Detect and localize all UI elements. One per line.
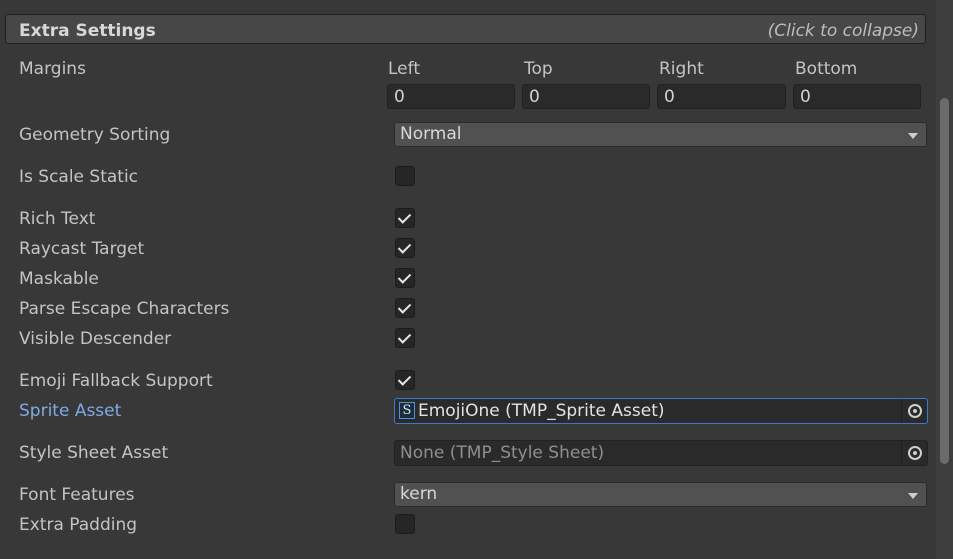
checkmark-icon bbox=[397, 300, 412, 314]
sprite-asset-value: EmojiOne (TMP_Sprite Asset) bbox=[418, 401, 665, 421]
maskable-checkbox[interactable] bbox=[395, 268, 415, 288]
maskable-label: Maskable bbox=[19, 269, 99, 289]
font-features-dropdown[interactable]: kern bbox=[394, 482, 927, 507]
raycast-target-checkbox[interactable] bbox=[395, 238, 415, 258]
is-scale-static-label: Is Scale Static bbox=[19, 167, 139, 187]
checkmark-icon bbox=[397, 240, 412, 254]
emoji-fallback-support-checkbox[interactable] bbox=[395, 370, 415, 390]
checkmark-icon bbox=[397, 372, 412, 386]
sprite-asset-label: Sprite Asset bbox=[19, 401, 122, 421]
raycast-target-label: Raycast Target bbox=[19, 239, 145, 259]
parse-escape-characters-label: Parse Escape Characters bbox=[19, 299, 230, 319]
extra-padding-label: Extra Padding bbox=[19, 515, 138, 535]
margin-top-label: Top bbox=[524, 59, 553, 79]
margin-left-field[interactable]: 0 bbox=[387, 84, 515, 109]
section-title: Extra Settings bbox=[19, 21, 156, 41]
collapse-hint: (Click to collapse) bbox=[767, 21, 919, 41]
checkmark-icon bbox=[397, 330, 412, 344]
style-sheet-asset-value: None (TMP_Style Sheet) bbox=[400, 443, 605, 463]
geometry-sorting-label: Geometry Sorting bbox=[19, 125, 171, 145]
checkmark-icon bbox=[397, 270, 412, 284]
margin-left-label: Left bbox=[388, 59, 420, 79]
margin-bottom-field[interactable]: 0 bbox=[793, 84, 921, 109]
geometry-sorting-value: Normal bbox=[400, 124, 462, 144]
font-features-value: kern bbox=[400, 484, 438, 504]
rich-text-checkbox[interactable] bbox=[395, 208, 415, 228]
rich-text-label: Rich Text bbox=[19, 209, 96, 229]
chevron-down-icon bbox=[908, 133, 918, 139]
object-picker-button[interactable] bbox=[901, 399, 927, 423]
extra-settings-header[interactable]: Extra Settings (Click to collapse) bbox=[5, 14, 926, 44]
extra-padding-checkbox[interactable] bbox=[395, 514, 415, 534]
object-picker-button[interactable] bbox=[901, 441, 927, 465]
font-features-label: Font Features bbox=[19, 485, 135, 505]
margin-bottom-label: Bottom bbox=[795, 59, 858, 79]
checkmark-icon bbox=[397, 210, 412, 224]
scrollbar-thumb[interactable] bbox=[940, 98, 949, 464]
visible-descender-checkbox[interactable] bbox=[395, 328, 415, 348]
parse-escape-characters-checkbox[interactable] bbox=[395, 298, 415, 318]
vertical-scrollbar[interactable] bbox=[936, 0, 953, 559]
margin-top-field[interactable]: 0 bbox=[522, 84, 650, 109]
sprite-asset-field[interactable]: S EmojiOne (TMP_Sprite Asset) bbox=[394, 398, 928, 424]
emoji-fallback-support-label: Emoji Fallback Support bbox=[19, 371, 213, 391]
visible-descender-label: Visible Descender bbox=[19, 329, 172, 349]
chevron-down-icon bbox=[908, 493, 918, 499]
margin-right-field[interactable]: 0 bbox=[657, 84, 786, 109]
margin-right-label: Right bbox=[659, 59, 704, 79]
style-sheet-asset-label: Style Sheet Asset bbox=[19, 443, 169, 463]
sprite-asset-icon: S bbox=[399, 402, 415, 419]
margins-label: Margins bbox=[19, 59, 86, 79]
geometry-sorting-dropdown[interactable]: Normal bbox=[394, 122, 927, 147]
is-scale-static-checkbox[interactable] bbox=[395, 166, 415, 186]
style-sheet-asset-field[interactable]: None (TMP_Style Sheet) bbox=[394, 440, 928, 466]
